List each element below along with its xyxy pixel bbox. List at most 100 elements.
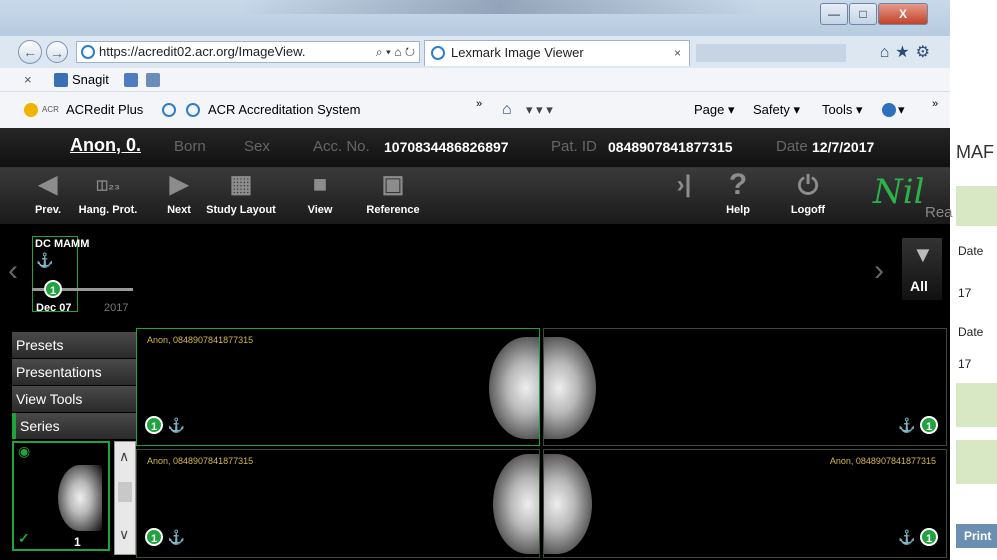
help-menu-chevron-icon[interactable]: ▾ — [898, 92, 905, 128]
command-chevron-icon[interactable]: » — [932, 86, 938, 122]
close-button[interactable]: X — [878, 3, 928, 25]
study-item[interactable]: DC MAMM ⚓ 1 Dec 07 2017 — [32, 236, 133, 316]
home-favorites-settings-icons[interactable]: ⌂★⚙ — [880, 42, 936, 62]
ie-icon — [162, 103, 176, 117]
filter-button[interactable]: ▼ All — [902, 238, 942, 300]
snagit-toolbar: × Snagit — [0, 68, 950, 92]
hanging-protocol-button[interactable]: ◫₂₃ Hang. Prot. — [72, 168, 144, 224]
anchor-icon: ⚓ — [167, 417, 185, 433]
date-label: Date — [776, 138, 808, 155]
snagit-close-icon[interactable]: × — [24, 68, 32, 92]
study-label: DC MAMM — [35, 238, 90, 250]
next-button[interactable]: ▶ Next — [162, 168, 196, 224]
image-viewer: Anon, 0. Born Sex Acc. No. 1070834486826… — [0, 128, 953, 560]
viewport-bottom-left[interactable]: Anon, 0848907841877315 1 ⚓ — [136, 449, 540, 558]
help-button[interactable]: ? Help — [718, 168, 758, 224]
next-icon: ▶ — [169, 171, 189, 198]
next-series-button[interactable]: ›| — [664, 168, 704, 224]
study-timeline: ‹ DC MAMM ⚓ 1 Dec 07 2017 › ▼ All — [0, 224, 950, 328]
sidebar-item-presentations[interactable]: Presentations — [12, 359, 136, 385]
series-thumbnail[interactable]: ◉ ✓ 1 — [12, 441, 110, 551]
acr-logo-icon: ACR — [42, 105, 59, 114]
background-row — [956, 383, 997, 427]
address-bar[interactable]: https://acredit02.acr.org/ImageView. ⌕ ▾… — [76, 41, 420, 63]
view-button[interactable]: ■ View — [300, 168, 340, 224]
viewport-label: Anon, 0848907841877315 — [147, 456, 254, 466]
scroll-down-icon[interactable]: ∨ — [119, 526, 129, 543]
sidebar-item-series[interactable]: Series — [12, 413, 136, 439]
viewport-top-right[interactable]: ⚓ 1 — [543, 328, 947, 446]
address-row: ← → https://acredit02.acr.org/ImageView.… — [0, 36, 950, 68]
background-page: MAF Date 17 Date 17 Print — [948, 0, 997, 560]
mammogram-image — [489, 337, 539, 439]
year-label: 2017 — [104, 302, 129, 314]
snagit-editor-icon[interactable] — [146, 73, 160, 87]
mammogram-image — [544, 337, 596, 439]
prev-icon: ◀ — [38, 171, 58, 198]
tools-menu[interactable]: Tools ▾ — [822, 92, 863, 128]
scroll-thumb[interactable] — [118, 482, 132, 502]
help-icon[interactable] — [882, 103, 896, 117]
viewport-badge: 1 — [920, 416, 938, 434]
print-button[interactable]: Print — [956, 524, 997, 548]
acc-no-value: 1070834486826897 — [384, 139, 509, 155]
anchor-icon: ⚓ — [898, 417, 916, 433]
viewport-label: Anon, 0848907841877315 — [829, 456, 936, 466]
sex-label: Sex — [244, 138, 270, 155]
viewport-badge: 1 — [145, 528, 163, 546]
study-date-label: Dec 07 — [36, 302, 72, 314]
ie-icon — [431, 46, 445, 60]
safety-menu[interactable]: Safety ▾ — [753, 92, 800, 128]
tab-background[interactable] — [696, 44, 846, 62]
timeline-right-arrow-icon[interactable]: › — [874, 254, 884, 288]
logoff-button[interactable]: ⏻ Logoff — [784, 168, 832, 224]
reference-icon: ▣ — [381, 171, 405, 198]
study-layout-button[interactable]: ▦ Study Layout — [200, 168, 282, 224]
pat-id-value: 0848907841877315 — [608, 139, 733, 155]
favorite-acr-accreditation-system[interactable]: ACR Accreditation System — [208, 92, 360, 128]
series-scrollbar[interactable]: ∧ ∨ — [114, 441, 136, 555]
background-row — [956, 440, 997, 484]
prev-button[interactable]: ◀ Prev. — [30, 168, 66, 224]
mammogram-image — [493, 454, 539, 554]
favorite-acredit-plus[interactable]: ACRedit Plus — [66, 92, 143, 128]
help-question-icon: ? — [728, 168, 748, 201]
reference-button[interactable]: ▣ Reference — [358, 168, 428, 224]
favorites-star-icon[interactable] — [24, 103, 38, 117]
mammogram-image — [544, 454, 592, 554]
side-panel: Presets Presentations View Tools Series — [12, 332, 136, 440]
title-bar: — □ X — [0, 0, 950, 36]
viewer-toolbar: ◀ Prev. ◫₂₃ Hang. Prot. ▶ Next ▦ Study L… — [0, 168, 953, 224]
snagit-label[interactable]: Snagit — [72, 68, 109, 92]
ie-icon — [186, 103, 200, 117]
back-button[interactable]: ← — [18, 40, 42, 64]
study-count-badge: 1 — [44, 280, 62, 298]
anchor-icon: ⚓ — [36, 252, 54, 268]
study-layout-icon: ▦ — [229, 171, 253, 198]
hanging-protocol-icon: ◫₂₃ — [95, 177, 121, 192]
snagit-capture-icon[interactable] — [124, 73, 138, 87]
patient-name[interactable]: Anon, 0. — [70, 135, 141, 156]
address-tools-icons[interactable]: ⌕ ▾ ⌂ ↻ — [376, 42, 415, 62]
favorites-chevron-icon[interactable]: » — [476, 86, 482, 122]
maximize-button[interactable]: □ — [849, 3, 877, 25]
check-icon: ✓ — [18, 530, 30, 546]
sidebar-item-presets[interactable]: Presets — [12, 332, 136, 358]
minimize-button[interactable]: — — [820, 3, 848, 25]
tab-lexmark-image-viewer[interactable]: Lexmark Image Viewer × — [424, 40, 690, 66]
scroll-up-icon[interactable]: ∧ — [119, 448, 129, 465]
forward-button[interactable]: → — [46, 41, 68, 63]
browser-window: — □ X ← → https://acredit02.acr.org/Imag… — [0, 0, 953, 560]
address-url: https://acredit02.acr.org/ImageView. — [99, 44, 306, 59]
command-icons[interactable]: ▾ ▾ ▾ — [526, 92, 553, 128]
tab-close-icon[interactable]: × — [674, 41, 681, 65]
viewport-top-left[interactable]: Anon, 0848907841877315 1 ⚓ — [136, 328, 540, 446]
viewport-bottom-right[interactable]: Anon, 0848907841877315 ⚓ 1 — [543, 449, 947, 558]
pat-id-label: Pat. ID — [551, 138, 597, 155]
sidebar-item-view-tools[interactable]: View Tools — [12, 386, 136, 412]
timeline-left-arrow-icon[interactable]: ‹ — [8, 254, 18, 288]
background-label: Date — [958, 244, 984, 258]
page-menu[interactable]: Page ▾ — [694, 92, 735, 128]
home-icon[interactable]: ⌂ — [502, 92, 512, 128]
tab-title: Lexmark Image Viewer — [451, 45, 584, 60]
